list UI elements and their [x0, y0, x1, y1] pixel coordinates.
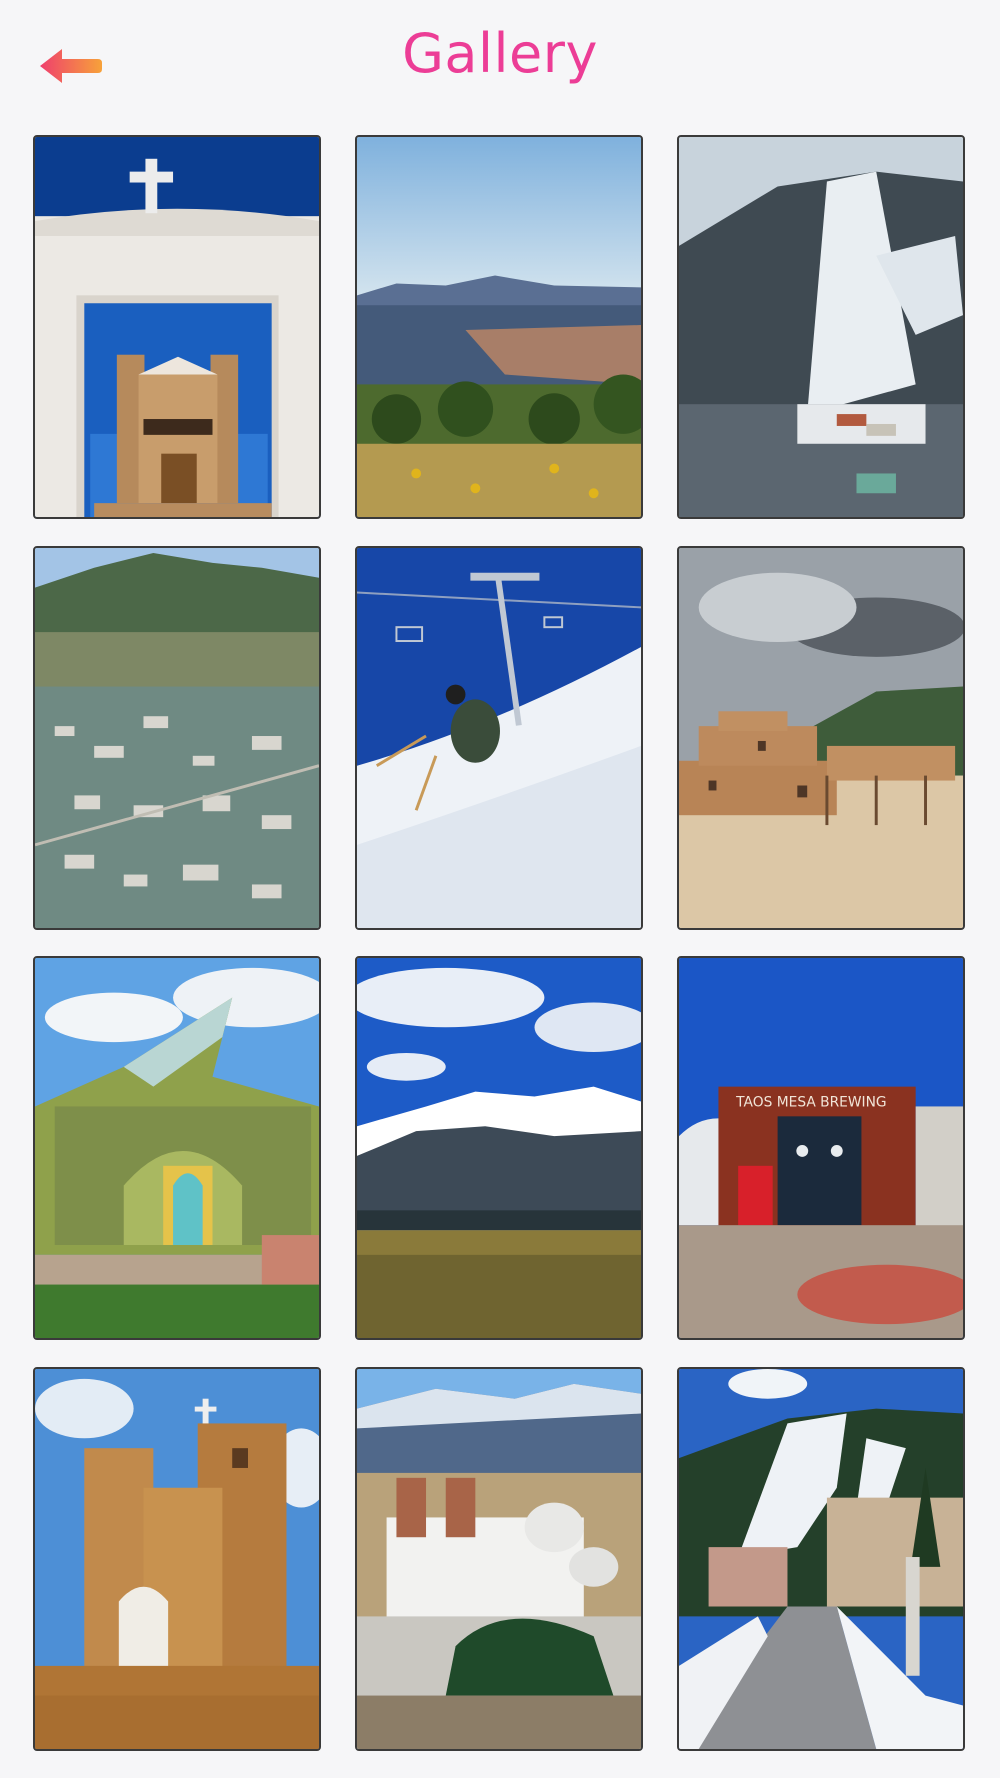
- gallery-item-snowy-ski-mountain[interactable]: [677, 135, 965, 519]
- gallery-item-white-church-mountains[interactable]: [355, 1367, 643, 1751]
- adobe-church-photo: [35, 1369, 319, 1749]
- snowy-ski-mountain-photo: [679, 137, 963, 517]
- gallery-item-adobe-pueblo[interactable]: [677, 546, 965, 930]
- gallery-item-snowcapped-mountain-field[interactable]: [355, 956, 643, 1340]
- brewing-building-photo: TAOS MESA BREWING: [679, 958, 963, 1338]
- earthship-house-photo: [35, 958, 319, 1338]
- gallery-item-mission-church-cross[interactable]: [33, 135, 321, 519]
- skier-chairlift-photo: [357, 548, 641, 928]
- header-bar: Gallery: [0, 0, 1000, 130]
- gallery-item-rio-grande-gorge[interactable]: [355, 135, 643, 519]
- gallery-item-skier-chairlift[interactable]: [355, 546, 643, 930]
- rio-grande-gorge-photo: [357, 137, 641, 517]
- gallery-item-ski-resort-village[interactable]: [677, 1367, 965, 1751]
- mission-church-cross-photo: [35, 137, 319, 517]
- adobe-pueblo-photo: [679, 548, 963, 928]
- gallery-item-adobe-church[interactable]: [33, 1367, 321, 1751]
- snowcapped-mountain-field-photo: [357, 958, 641, 1338]
- ski-resort-village-photo: [679, 1369, 963, 1749]
- gallery-item-aerial-town-view[interactable]: [33, 546, 321, 930]
- page-title: Gallery: [402, 22, 598, 85]
- gallery-item-earthship-house[interactable]: [33, 956, 321, 1340]
- white-church-mountains-photo: [357, 1369, 641, 1749]
- brewery-sign-text: TAOS MESA BREWING: [735, 1094, 886, 1110]
- aerial-town-view-photo: [35, 548, 319, 928]
- gallery-item-brewing-building[interactable]: TAOS MESA BREWING: [677, 956, 965, 1340]
